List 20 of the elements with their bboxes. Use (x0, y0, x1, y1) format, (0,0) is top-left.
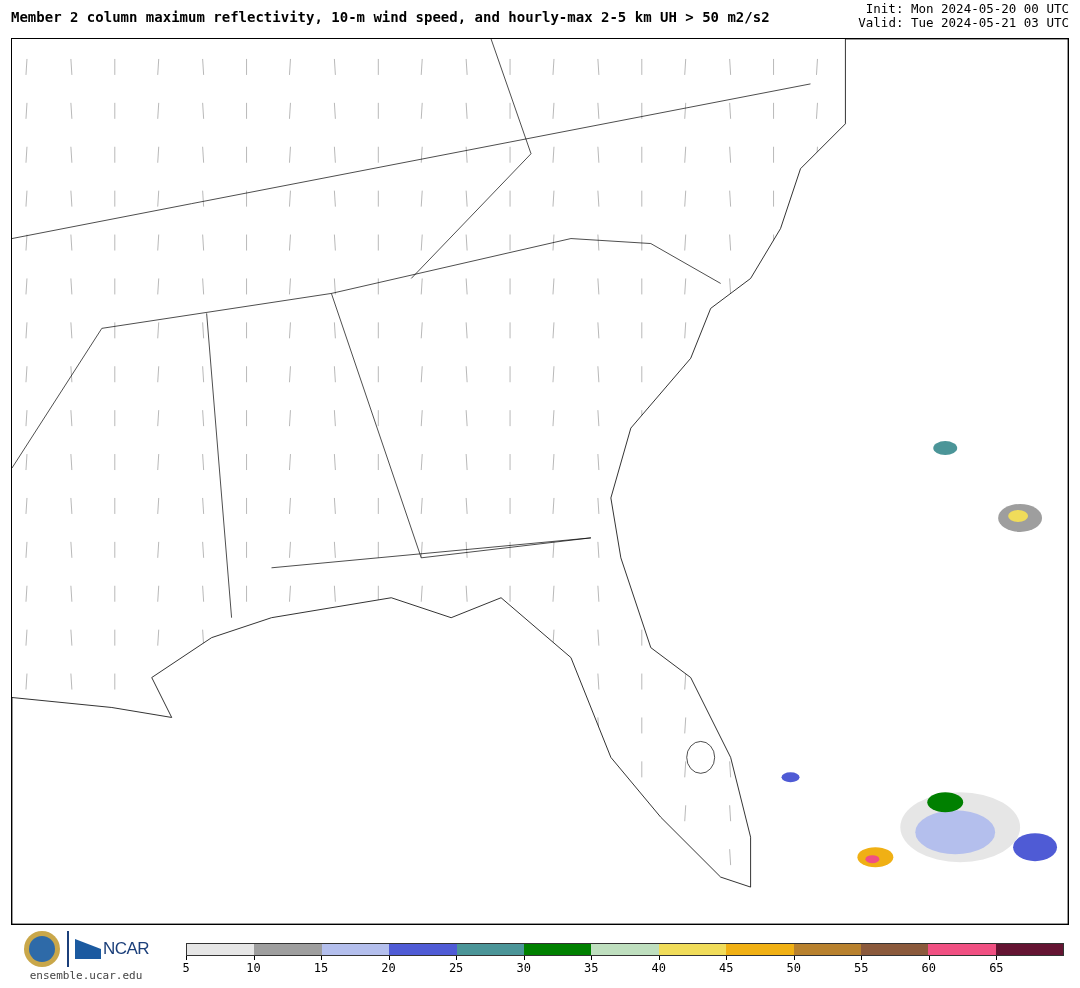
logo-text: NCAR (102, 939, 150, 959)
tick-label: 25 (448, 961, 464, 975)
seal-icon (22, 930, 61, 968)
tick-label: 40 (651, 961, 666, 975)
chart-title: Member 2 column maximum reflectivity, 10-m wind speed, and hourly-max 2-5 km UH > 50 m2/s2 (11, 9, 770, 26)
valid-time: Valid: Tue 2024-05-21 03 UTC (858, 16, 1069, 30)
tick-label: 20 (381, 961, 396, 975)
tick-label: 35 (583, 961, 599, 975)
tick-label: 10 (246, 961, 261, 975)
tick-label: 65 (989, 961, 1004, 975)
tick-label: 55 (854, 961, 869, 975)
tick-label: 45 (719, 961, 734, 975)
tick-label: 15 (313, 961, 329, 975)
tick-label: 30 (516, 961, 531, 975)
site-url: ensemble.ucar.edu (29, 969, 143, 982)
ncar-logo-icon (74, 939, 101, 959)
tick-label: 60 (921, 961, 937, 975)
tick-label: 50 (786, 961, 801, 975)
init-time: Init: Mon 2024-05-20 00 UTC (865, 2, 1069, 16)
tick-label: 5 (182, 961, 190, 975)
